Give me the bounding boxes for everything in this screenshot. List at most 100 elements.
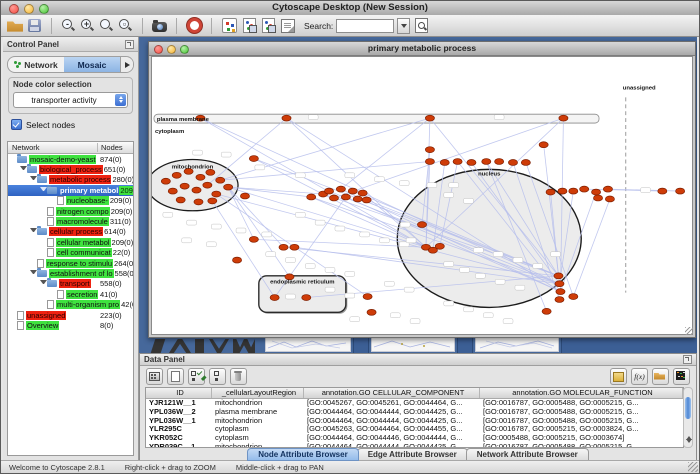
graph-node[interactable] bbox=[658, 188, 667, 194]
network-window-titlebar[interactable]: primary metabolic process bbox=[149, 42, 695, 56]
tree-row[interactable]: mosaic-demo-yeast874(0) bbox=[8, 154, 133, 164]
graph-node[interactable] bbox=[353, 196, 362, 202]
graph-node[interactable] bbox=[324, 188, 333, 194]
tree-row[interactable]: Overview8(0) bbox=[8, 320, 133, 330]
network-canvas[interactable]: plasma membranecytoplasmmitochondrionnuc… bbox=[151, 56, 693, 335]
table-row[interactable]: YJR121W__1mitochondrion[GO:0045267, GO:0… bbox=[146, 399, 683, 408]
column-header[interactable]: ID bbox=[146, 388, 212, 398]
graph-node[interactable] bbox=[555, 281, 564, 287]
graph-node[interactable] bbox=[593, 195, 602, 201]
select-attributes-icon[interactable] bbox=[146, 368, 163, 385]
graph-node[interactable] bbox=[363, 294, 372, 300]
expander-icon[interactable] bbox=[40, 280, 47, 287]
graph-node[interactable] bbox=[580, 186, 589, 192]
import-attributes-icon[interactable] bbox=[652, 368, 669, 385]
graph-node[interactable] bbox=[307, 194, 316, 200]
graph-node[interactable] bbox=[336, 186, 345, 192]
create-attribute-icon[interactable] bbox=[167, 368, 184, 385]
graph-node[interactable] bbox=[279, 244, 288, 250]
tree-row[interactable]: response to stimulu264(0) bbox=[8, 258, 133, 268]
graph-node[interactable] bbox=[224, 184, 233, 190]
float-panel-icon[interactable] bbox=[683, 355, 692, 364]
tree-row[interactable]: biological_process651(0) bbox=[8, 164, 133, 174]
tree-row[interactable]: nucleobase-209(0) bbox=[8, 196, 133, 206]
graph-node[interactable] bbox=[358, 190, 367, 196]
select-nodes-checkbox[interactable] bbox=[11, 119, 22, 130]
tab-mosaic[interactable]: Mosaic bbox=[64, 57, 120, 72]
zoom-out-icon[interactable]: - bbox=[61, 18, 76, 33]
graph-node[interactable] bbox=[425, 147, 434, 153]
table-row[interactable]: YLR295Ccytoplasm[GO:0045263, GO:0044464,… bbox=[146, 425, 683, 434]
expander-icon[interactable] bbox=[40, 187, 47, 194]
graph-node[interactable] bbox=[592, 189, 601, 195]
import-annotation-icon[interactable] bbox=[243, 18, 256, 33]
show-attributes-icon[interactable] bbox=[188, 368, 205, 385]
graph-node[interactable] bbox=[676, 188, 685, 194]
graph-node[interactable] bbox=[180, 183, 189, 189]
expander-icon[interactable] bbox=[30, 228, 37, 235]
graph-node[interactable] bbox=[348, 188, 357, 194]
graph-node[interactable] bbox=[290, 244, 299, 250]
graph-node[interactable] bbox=[203, 182, 212, 188]
app-resize-grip[interactable] bbox=[688, 462, 698, 472]
graph-node[interactable] bbox=[558, 188, 567, 194]
graph-node[interactable] bbox=[417, 222, 426, 228]
graph-node[interactable] bbox=[482, 159, 491, 165]
annotation-icon[interactable] bbox=[281, 19, 295, 33]
tree-row[interactable]: metabolic process280(0) bbox=[8, 175, 133, 185]
tree-row[interactable]: macromolecule311(0) bbox=[8, 216, 133, 226]
tree-column-nodes[interactable]: Nodes bbox=[98, 143, 133, 152]
tree-row[interactable]: cellular metabol209(0) bbox=[8, 237, 133, 247]
network-window-resize-grip[interactable] bbox=[685, 327, 693, 335]
tree-row[interactable]: primary metabol209(... bbox=[8, 185, 133, 195]
graph-node[interactable] bbox=[367, 309, 376, 315]
graph-node[interactable] bbox=[453, 159, 462, 165]
graph-edge[interactable] bbox=[212, 201, 274, 298]
tree-row[interactable]: unassigned223(0) bbox=[8, 310, 133, 320]
graph-node[interactable] bbox=[161, 178, 170, 184]
graph-node[interactable] bbox=[556, 289, 565, 295]
graph-node[interactable] bbox=[249, 236, 258, 242]
graph-node[interactable] bbox=[216, 177, 225, 183]
graph-node[interactable] bbox=[425, 159, 434, 165]
graph-node[interactable] bbox=[208, 198, 217, 204]
app-titlebar[interactable]: Cytoscape Desktop (New Session) bbox=[1, 1, 699, 16]
export-annotation-icon[interactable] bbox=[262, 18, 275, 33]
attribute-editor-icon[interactable] bbox=[610, 368, 627, 385]
graph-node[interactable] bbox=[362, 197, 371, 203]
column-header[interactable]: _cellularLayoutRegion bbox=[212, 388, 304, 398]
graph-node[interactable] bbox=[559, 115, 568, 121]
tree-row[interactable]: multi-organism pro42(0) bbox=[8, 299, 133, 309]
tree-column-network[interactable]: Network bbox=[8, 143, 98, 152]
search-config-icon[interactable] bbox=[415, 18, 428, 33]
table-row[interactable]: YPL036W__1mitochondrion[GO:0044464, GO:0… bbox=[146, 417, 683, 426]
tree-row[interactable]: cell communicat22(0) bbox=[8, 248, 133, 258]
zoom-in-icon[interactable]: + bbox=[80, 18, 95, 33]
tab-network[interactable]: Network bbox=[8, 57, 64, 72]
tree-row[interactable]: secretion41(0) bbox=[8, 289, 133, 299]
graph-node[interactable] bbox=[508, 160, 517, 166]
tab-overflow-arrow-icon[interactable] bbox=[120, 57, 133, 72]
graph-node[interactable] bbox=[569, 294, 578, 300]
expander-icon[interactable] bbox=[20, 166, 27, 173]
graph-node[interactable] bbox=[435, 243, 444, 249]
graph-node[interactable] bbox=[194, 199, 203, 205]
zoom-selected-icon[interactable] bbox=[99, 18, 114, 33]
scrollbar-arrows[interactable] bbox=[685, 431, 693, 447]
overview-icon[interactable] bbox=[222, 18, 237, 33]
graph-node[interactable] bbox=[467, 160, 476, 166]
graph-node[interactable] bbox=[440, 160, 449, 166]
graph-node[interactable] bbox=[192, 187, 201, 193]
hide-attributes-icon[interactable] bbox=[209, 368, 226, 385]
expander-icon[interactable] bbox=[30, 270, 37, 277]
graph-node[interactable] bbox=[539, 142, 548, 148]
expander-icon[interactable] bbox=[30, 176, 37, 183]
graph-node[interactable] bbox=[233, 257, 242, 263]
snapshot-icon[interactable] bbox=[152, 22, 167, 32]
matrix-icon[interactable] bbox=[673, 368, 690, 385]
graph-node[interactable] bbox=[302, 295, 311, 301]
formula-icon[interactable]: f(x) bbox=[631, 368, 648, 385]
graph-node[interactable] bbox=[196, 174, 205, 180]
tree-row[interactable]: nitrogen compo209(0) bbox=[8, 206, 133, 216]
column-header[interactable]: annotation.GO MOLECULAR_FUNCTION bbox=[480, 388, 683, 398]
